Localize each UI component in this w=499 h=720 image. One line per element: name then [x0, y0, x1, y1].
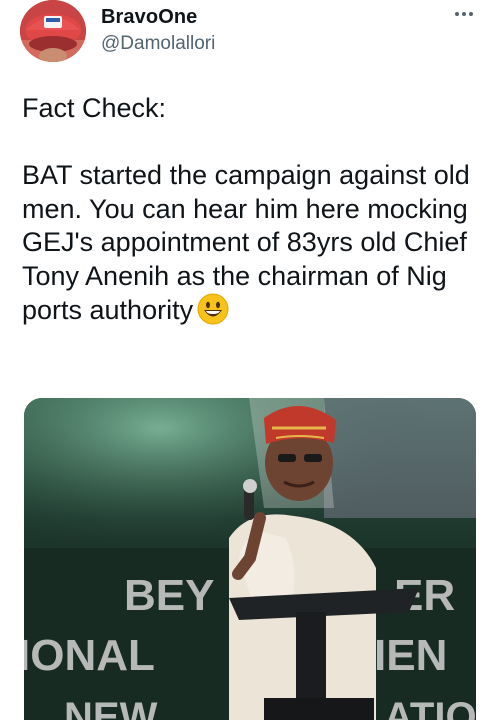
ellipsis-icon[interactable] [449, 4, 479, 24]
avatar[interactable] [20, 0, 86, 62]
tweet-body: Fact Check: BAT started the campaign aga… [22, 92, 482, 328]
grinning-face-emoji-icon [197, 293, 229, 325]
author-handle[interactable]: @Damolallori [101, 33, 215, 55]
ellipsis-dot [469, 12, 473, 16]
video-overlay-line1: BEY [124, 571, 214, 620]
tweet-video[interactable]: BEY ER IONAL IEN NEW ATIO [24, 398, 476, 720]
ellipsis-dot [455, 12, 459, 16]
ellipsis-dot [462, 12, 466, 16]
video-overlay-line2: IONAL [24, 631, 155, 680]
video-overlay-line3: NEW [64, 695, 158, 720]
video-overlay-line3-right: ATIO [384, 695, 476, 720]
video-overlay-line2-right: IEN [374, 631, 447, 680]
tweet-header: BravoOne @Damolallori [0, 0, 499, 70]
tweet-text: Fact Check: BAT started the campaign aga… [22, 93, 470, 325]
author-display-name[interactable]: BravoOne [101, 6, 197, 29]
